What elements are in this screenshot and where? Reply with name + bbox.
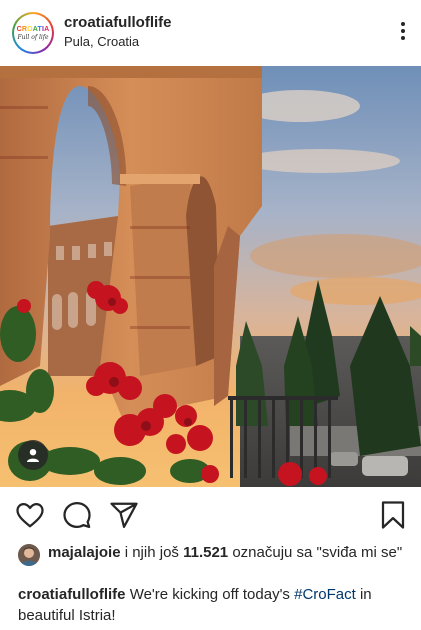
logo-wordmark: CROATIA <box>16 25 50 33</box>
post-header: CROATIA Full of life croatiafulloflife P… <box>0 0 421 66</box>
user-tag-icon[interactable] <box>18 440 48 470</box>
likes-text: majalajoie i njih još 11.521 označuju sa… <box>18 542 408 563</box>
user-block: croatiafulloflife Pula, Croatia <box>64 14 172 49</box>
comment-icon[interactable] <box>62 500 92 530</box>
liker-avatar[interactable] <box>18 544 40 566</box>
photo-arena-sunset <box>0 66 421 487</box>
bookmark-icon[interactable] <box>378 500 408 530</box>
profile-avatar[interactable]: CROATIA Full of life <box>12 12 54 54</box>
more-options-icon[interactable] <box>399 22 407 44</box>
liker-username[interactable]: majalajoie <box>48 544 121 561</box>
logo-tagline: Full of life <box>17 33 49 41</box>
post-location[interactable]: Pula, Croatia <box>64 34 172 49</box>
post-username[interactable]: croatiafulloflife <box>64 14 172 31</box>
share-icon[interactable] <box>109 500 139 530</box>
likes-summary: majalajoie i njih još 11.521 označuju sa… <box>18 542 408 566</box>
post-action-bar <box>0 495 421 535</box>
brand-logo: CROATIA Full of life <box>14 14 52 52</box>
likes-suffix: označuju sa "sviđa mi se" <box>232 544 403 561</box>
likes-count[interactable]: 11.521 <box>183 544 228 561</box>
caption-text-before: We're kicking off today's <box>129 586 290 603</box>
heart-icon[interactable] <box>15 500 45 530</box>
caption-hashtag[interactable]: #CroFact <box>294 586 356 603</box>
likes-connector: i njih još <box>124 544 179 561</box>
post-caption: croatiafulloflife We're kicking off toda… <box>18 584 413 626</box>
caption-username[interactable]: croatiafulloflife <box>18 586 126 603</box>
post-photo[interactable] <box>0 66 421 487</box>
